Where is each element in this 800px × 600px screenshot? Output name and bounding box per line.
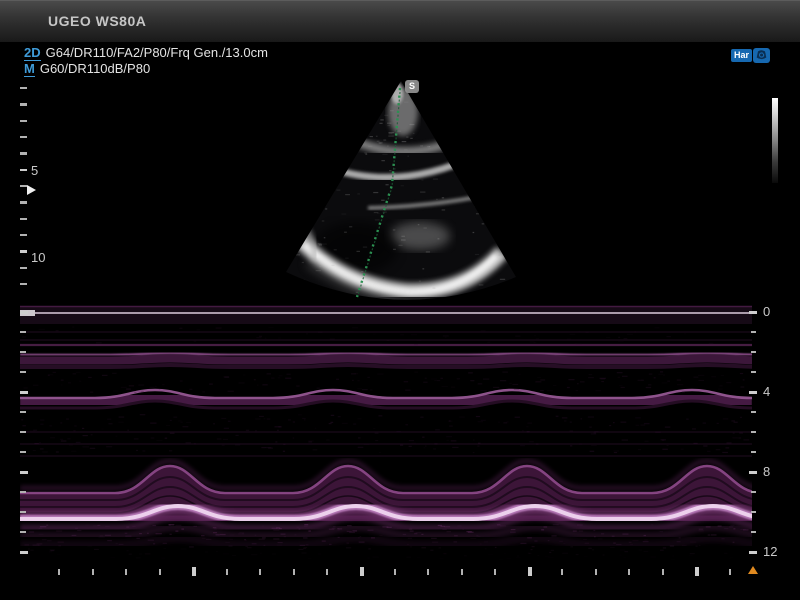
ruler-tick — [20, 234, 27, 236]
ruler-tick — [360, 567, 364, 576]
ruler-tick — [749, 471, 757, 474]
mode-info-2d: 2D G64/DR110/FA2/P80/Frq Gen./13.0cm — [24, 45, 268, 60]
ruler-tick — [20, 331, 26, 333]
ruler-tick — [20, 267, 27, 269]
ruler-tick — [20, 218, 27, 220]
probe-icon — [753, 48, 770, 63]
device-title: UGEO WS80A — [48, 13, 146, 29]
sweep-refresh-marker — [748, 566, 758, 574]
mode-tag-m: M — [24, 61, 35, 77]
ruler-tick — [20, 283, 27, 285]
ruler-tick — [595, 569, 597, 575]
ruler-tick — [259, 569, 261, 575]
ruler-tick — [20, 152, 27, 154]
m-depth-label-12: 12 — [763, 545, 777, 559]
ruler-tick — [751, 431, 756, 433]
ruler-tick — [461, 569, 463, 575]
ruler-tick — [20, 136, 27, 138]
ruler-tick — [20, 185, 27, 187]
ruler-tick — [20, 471, 28, 474]
ruler-tick — [628, 569, 630, 575]
ruler-tick — [751, 351, 756, 353]
m-depth-label-8: 8 — [763, 465, 770, 479]
ruler-tick — [561, 569, 563, 575]
ruler-tick — [192, 567, 196, 576]
params-m: G60/DR110dB/P80 — [40, 61, 150, 76]
mode-tag-2d: 2D — [24, 45, 41, 61]
ruler-tick — [293, 569, 295, 575]
ruler-tick — [751, 411, 756, 413]
ruler-tick — [58, 569, 60, 575]
ruler-tick — [20, 531, 26, 533]
titlebar: UGEO WS80A — [0, 0, 800, 42]
m-depth-label-4: 4 — [763, 385, 770, 399]
ruler-tick — [427, 569, 429, 575]
ruler-tick — [749, 391, 757, 394]
ruler-tick — [751, 331, 756, 333]
ruler-tick — [662, 569, 664, 575]
ruler-tick — [20, 411, 26, 413]
ruler-tick — [20, 551, 28, 554]
ruler-tick — [20, 120, 27, 122]
ruler-tick — [20, 431, 26, 433]
ruler-tick — [394, 569, 396, 575]
ruler-tick — [20, 250, 27, 252]
ruler-tick — [20, 201, 27, 203]
ruler-tick — [20, 391, 28, 394]
harmonic-badge: Har — [731, 49, 752, 62]
ruler-tick — [159, 569, 161, 575]
2d-depth-label-5: 5 — [31, 164, 38, 178]
focus-position-marker — [27, 185, 36, 195]
2d-depth-label-10: 10 — [31, 251, 45, 265]
ruler-tick — [751, 371, 756, 373]
ruler-tick — [20, 311, 28, 314]
ruler-tick — [20, 169, 27, 171]
probe-icon-glyph — [753, 48, 770, 63]
ruler-tick — [729, 569, 731, 575]
ruler-tick — [749, 551, 757, 554]
ruler-tick — [751, 451, 756, 453]
ruler-tick — [528, 567, 532, 576]
ruler-tick — [749, 311, 757, 314]
ruler-tick — [20, 451, 26, 453]
ruler-tick — [20, 371, 26, 373]
ruler-tick — [695, 567, 699, 576]
ruler-tick — [20, 351, 26, 353]
ruler-tick — [226, 569, 228, 575]
2d-image — [250, 75, 560, 310]
ruler-tick — [20, 511, 26, 513]
ruler-tick — [20, 103, 27, 105]
ruler-tick — [20, 491, 26, 493]
m-mode-waveforms — [20, 303, 754, 573]
ruler-tick — [125, 569, 127, 575]
ruler-tick — [494, 569, 496, 575]
ruler-tick — [751, 531, 756, 533]
m-mode-trace — [20, 303, 754, 573]
ruler-tick — [20, 87, 27, 89]
m-depth-label-0: 0 — [763, 305, 770, 319]
orientation-marker: S — [405, 80, 419, 93]
grayscale-bar — [772, 98, 778, 183]
ultrasound-screen: UGEO WS80A 2D G64/DR110/FA2/P80/Frq Gen./… — [0, 0, 800, 600]
params-2d: G64/DR110/FA2/P80/Frq Gen./13.0cm — [46, 45, 268, 60]
ruler-tick — [751, 491, 756, 493]
ruler-tick — [92, 569, 94, 575]
mode-info-m: M G60/DR110dB/P80 — [24, 61, 150, 76]
ruler-tick — [751, 511, 756, 513]
ruler-tick — [326, 569, 328, 575]
